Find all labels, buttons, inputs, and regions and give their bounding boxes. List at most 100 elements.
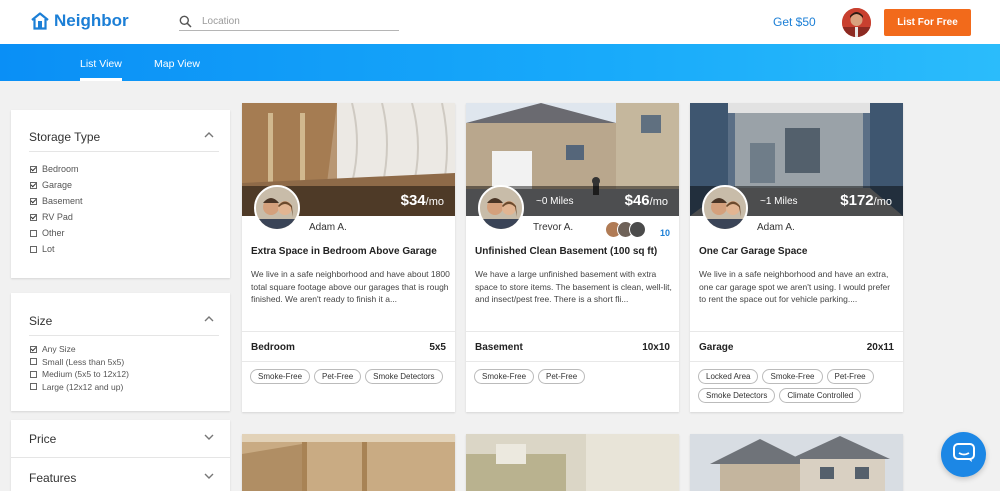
- option-garage[interactable]: Garage: [30, 177, 83, 193]
- size-filter: Size Any Size Small (Less than 5x5) Medi…: [11, 293, 230, 411]
- listing-card[interactable]: $34/mo Adam A. Extra Space in Bedroom Ab…: [242, 103, 455, 412]
- distance: ~1 Miles: [760, 196, 798, 207]
- house-icon: [31, 12, 49, 30]
- option-lot[interactable]: Lot: [30, 241, 83, 257]
- favorited-by-avatars[interactable]: [605, 221, 646, 238]
- tab-list-view[interactable]: List View: [80, 58, 122, 81]
- top-header: Neighbor Get $50 List For Free: [0, 0, 1000, 44]
- listing-price: $46/mo: [624, 192, 668, 209]
- storage-type: Basement: [475, 342, 523, 353]
- listing-card[interactable]: ~1 Miles $172/mo Adam A. One Car Garage …: [690, 103, 903, 412]
- avatar: [629, 221, 646, 238]
- price-features-filters: Price Features: [11, 420, 230, 491]
- listing-description: We live in a safe neighborhood and have …: [699, 269, 891, 304]
- option-large[interactable]: Large (12x12 and up): [30, 381, 129, 394]
- user-avatar[interactable]: [842, 8, 871, 37]
- chat-icon: [952, 443, 975, 462]
- listing-photo[interactable]: [242, 434, 455, 491]
- chevron-down-icon[interactable]: [204, 473, 214, 480]
- listing-card[interactable]: [242, 434, 455, 491]
- feature-tag: Locked Area: [698, 369, 759, 384]
- divider: [29, 151, 219, 152]
- checkbox-icon[interactable]: [30, 370, 37, 378]
- option-basement[interactable]: Basement: [30, 193, 83, 209]
- feature-tag: Climate Controlled: [779, 388, 862, 403]
- checkbox-icon[interactable]: [30, 358, 37, 366]
- get-50-link[interactable]: Get $50: [773, 15, 816, 29]
- storage-size: 5x5: [429, 342, 446, 353]
- favorites-count: 10: [660, 228, 671, 238]
- option-medium[interactable]: Medium (5x5 to 12x12): [30, 368, 129, 381]
- storage-type-filter: Storage Type Bedroom Garage Basement RV …: [11, 110, 230, 278]
- feature-tag: Smoke Detectors: [365, 369, 443, 384]
- feature-tag: Smoke-Free: [250, 369, 311, 384]
- brand-logo[interactable]: Neighbor: [30, 11, 129, 31]
- divider: [466, 331, 679, 332]
- divider: [29, 335, 219, 336]
- storage-size: 10x10: [642, 342, 670, 353]
- listing-photo[interactable]: [466, 434, 679, 491]
- divider: [690, 331, 903, 332]
- tab-map-view[interactable]: Map View: [154, 58, 200, 70]
- option-any-size[interactable]: Any Size: [30, 343, 129, 356]
- host-avatar: [254, 185, 300, 231]
- checkbox-icon[interactable]: [30, 229, 37, 237]
- checkbox-icon[interactable]: [30, 383, 37, 391]
- listing-card[interactable]: [466, 434, 679, 491]
- size-options: Any Size Small (Less than 5x5) Medium (5…: [30, 343, 129, 393]
- view-tabs-bar: List View Map View: [0, 44, 1000, 81]
- option-bedroom[interactable]: Bedroom: [30, 161, 83, 177]
- host-avatar: [702, 185, 748, 231]
- listing-card[interactable]: [690, 434, 903, 491]
- chevron-up-icon[interactable]: [204, 131, 214, 138]
- checkbox-icon[interactable]: [30, 165, 37, 173]
- checkbox-icon[interactable]: [30, 197, 37, 205]
- listing-title[interactable]: One Car Garage Space: [699, 246, 807, 257]
- location-search: [179, 12, 399, 31]
- brand-name: Neighbor: [54, 11, 129, 30]
- feature-tag: Pet-Free: [314, 369, 362, 384]
- listing-title[interactable]: Extra Space in Bedroom Above Garage: [251, 246, 437, 257]
- price-title[interactable]: Price: [29, 432, 56, 446]
- listing-description: We live in a safe neighborhood and have …: [251, 269, 450, 304]
- host-name: Trevor A.: [533, 222, 574, 233]
- divider: [242, 361, 455, 362]
- host-name: Adam A.: [757, 222, 795, 233]
- option-other[interactable]: Other: [30, 225, 83, 241]
- divider: [466, 361, 679, 362]
- listing-price: $34/mo: [400, 192, 444, 209]
- checkbox-icon[interactable]: [30, 345, 37, 353]
- listing-price: $172/mo: [840, 192, 892, 209]
- feature-tag: Pet-Free: [826, 369, 874, 384]
- features-title[interactable]: Features: [29, 471, 76, 485]
- feature-tags: Smoke-Free Pet-Free: [474, 369, 674, 384]
- chevron-up-icon[interactable]: [204, 315, 214, 322]
- storage-type-options: Bedroom Garage Basement RV Pad Other Lot: [30, 161, 83, 257]
- listing-photo[interactable]: [690, 434, 903, 491]
- checkbox-icon[interactable]: [30, 213, 37, 221]
- divider: [690, 361, 903, 362]
- location-input[interactable]: [202, 15, 392, 27]
- storage-type-title: Storage Type: [29, 130, 101, 144]
- option-rv-pad[interactable]: RV Pad: [30, 209, 83, 225]
- list-for-free-button[interactable]: List For Free: [884, 9, 971, 36]
- feature-tags: Smoke-Free Pet-Free Smoke Detectors: [250, 369, 450, 384]
- storage-type: Bedroom: [251, 342, 295, 353]
- chat-button[interactable]: [941, 432, 986, 477]
- checkbox-icon[interactable]: [30, 181, 37, 189]
- checkbox-icon[interactable]: [30, 245, 37, 253]
- feature-tag: Smoke Detectors: [698, 388, 776, 403]
- size-title: Size: [29, 314, 53, 328]
- listing-card[interactable]: ~0 Miles $46/mo Trevor A. 10 Unfinished …: [466, 103, 679, 412]
- divider: [242, 331, 455, 332]
- feature-tag: Pet-Free: [538, 369, 586, 384]
- storage-size: 20x11: [866, 342, 894, 353]
- option-small[interactable]: Small (Less than 5x5): [30, 356, 129, 369]
- feature-tags: Locked Area Smoke-Free Pet-Free Smoke De…: [698, 369, 898, 403]
- chevron-down-icon[interactable]: [204, 434, 214, 441]
- distance: ~0 Miles: [536, 196, 574, 207]
- listing-description: We have a large unfinished basement with…: [475, 269, 672, 304]
- listing-title[interactable]: Unfinished Clean Basement (100 sq ft): [475, 246, 657, 257]
- search-icon: [179, 15, 192, 28]
- storage-type: Garage: [699, 342, 734, 353]
